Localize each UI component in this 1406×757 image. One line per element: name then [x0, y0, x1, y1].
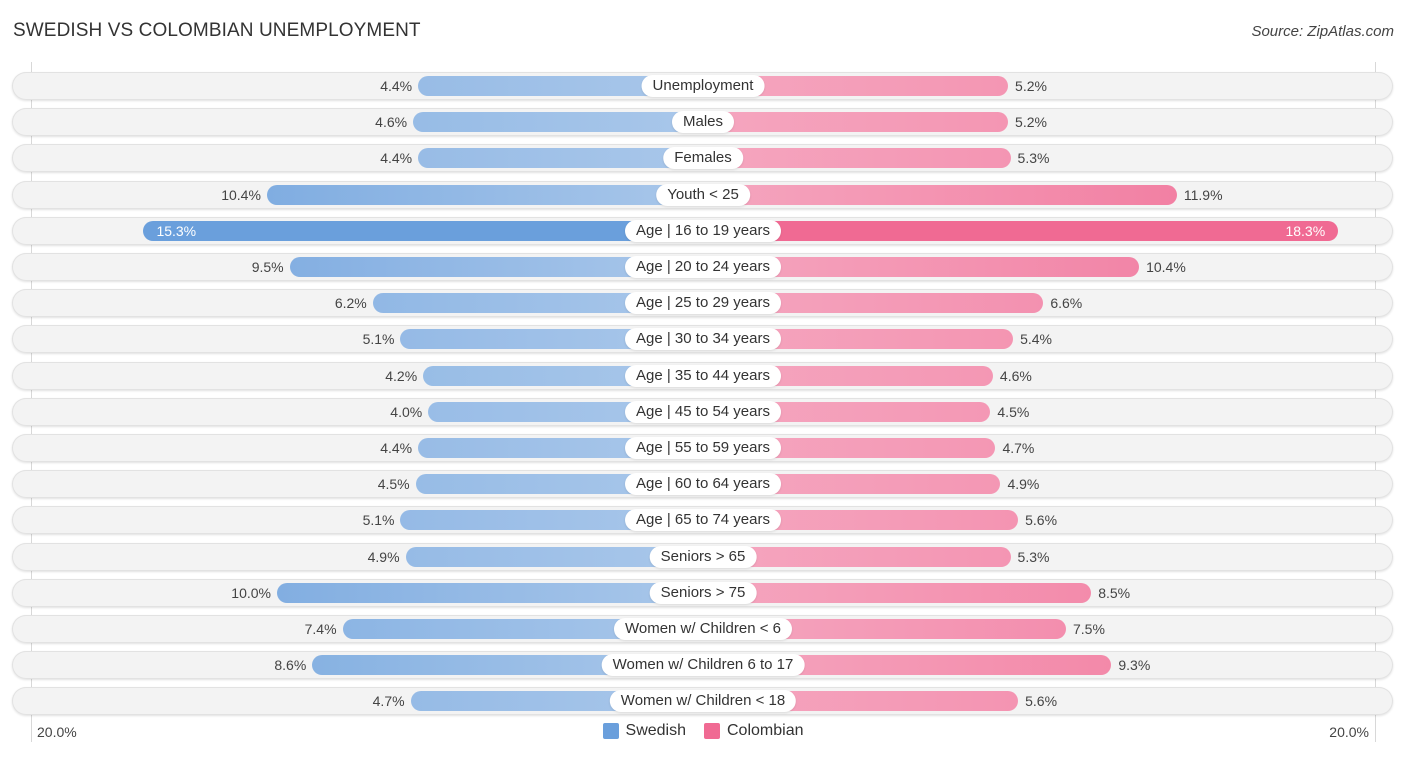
chart-row: 10.0% 8.5% Seniors > 75 [12, 578, 1393, 607]
value-label-swedish: 4.2% [385, 367, 418, 384]
category-label: Females [663, 147, 743, 170]
bar-colombian[interactable] [703, 112, 1009, 133]
value-label-colombian: 5.2% [1015, 114, 1047, 131]
chart-row: 4.2% 4.6% Age | 35 to 44 years [12, 361, 1393, 390]
value-label-swedish: 9.5% [251, 259, 284, 275]
chart-row: 4.7% 5.6% Women w/ Children < 18 [12, 687, 1393, 716]
chart-row: 4.4% 4.7% Age | 55 to 59 years [12, 434, 1393, 462]
chart-row: 5.1% 5.4% Age | 30 to 34 years [12, 325, 1393, 354]
value-label-swedish: 4.4% [380, 150, 413, 167]
chart-row: 5.1% 5.6% Age | 65 to 74 years [12, 506, 1393, 535]
value-label-colombian: 5.4% [1020, 331, 1052, 348]
legend-swatch-colombian [704, 723, 720, 739]
bar-colombian[interactable] [703, 184, 1177, 205]
value-label-colombian: 8.5% [1098, 584, 1131, 601]
category-label: Age | 55 to 59 years [625, 437, 781, 459]
category-label: Age | 16 to 19 years [625, 219, 781, 242]
value-label-colombian: 5.3% [1017, 150, 1050, 167]
category-label: Males [671, 111, 735, 134]
category-label: Age | 20 to 24 years [625, 256, 781, 278]
value-label-swedish: 10.4% [221, 186, 261, 203]
chart-row: 4.9% 5.3% Seniors > 65 [12, 542, 1393, 571]
value-label-colombian: 4.7% [1002, 440, 1035, 456]
legend: Swedish Colombian [0, 722, 1406, 740]
value-label-colombian: 5.6% [1025, 512, 1058, 529]
value-label-colombian: 4.9% [1007, 476, 1040, 493]
value-label-swedish: 4.0% [390, 403, 423, 420]
category-label: Age | 25 to 29 years [625, 292, 781, 315]
bar-colombian[interactable] [703, 582, 1092, 603]
value-label-swedish: 6.2% [334, 295, 367, 312]
value-label-colombian: 9.3% [1118, 657, 1151, 674]
value-label-swedish: 4.5% [377, 476, 410, 493]
legend-item-swedish[interactable]: Swedish [602, 722, 686, 740]
category-label: Seniors > 65 [649, 545, 757, 568]
category-label: Youth < 25 [656, 183, 750, 206]
value-label-swedish: 7.4% [304, 621, 337, 637]
bar-swedish[interactable] [413, 112, 703, 133]
legend-label-swedish: Swedish [625, 722, 686, 739]
value-label-swedish: 5.1% [362, 331, 395, 348]
value-label-swedish: 5.1% [362, 512, 395, 529]
value-label-swedish: 8.6% [274, 657, 307, 674]
value-label-swedish: 4.4% [380, 440, 413, 456]
chart-row: 4.5% 4.9% Age | 60 to 64 years [12, 470, 1393, 499]
bar-swedish[interactable] [418, 148, 703, 169]
category-label: Women w/ Children < 18 [609, 690, 797, 713]
category-label: Women w/ Children 6 to 17 [601, 654, 805, 677]
category-label: Age | 35 to 44 years [625, 364, 781, 387]
source-credit: Source: ZipAtlas.com [1251, 23, 1394, 40]
legend-item-colombian[interactable]: Colombian [704, 722, 803, 740]
value-label-colombian: 11.9% [1183, 186, 1223, 203]
value-label-swedish: 4.9% [367, 548, 400, 565]
chart-row: 4.0% 4.5% Age | 45 to 54 years [12, 397, 1393, 426]
chart-row: 10.4% 11.9% Youth < 25 [12, 180, 1393, 209]
chart-row: 9.5% 10.4% Age | 20 to 24 years [12, 253, 1393, 281]
chart-row: 4.6% 5.2% Males [12, 108, 1393, 137]
value-label-colombian: 18.3% [1285, 222, 1326, 239]
chart-row: 4.4% 5.2% Unemployment [12, 72, 1393, 100]
value-label-colombian: 5.6% [1025, 693, 1058, 710]
value-label-swedish: 4.6% [375, 114, 408, 131]
category-label: Women w/ Children < 6 [613, 618, 793, 640]
category-label: Seniors > 75 [649, 581, 757, 604]
value-label-swedish: 10.0% [231, 584, 271, 601]
value-label-colombian: 7.5% [1073, 621, 1105, 637]
category-label: Unemployment [641, 75, 765, 97]
value-label-swedish: 4.4% [380, 78, 413, 94]
legend-swatch-swedish [602, 723, 619, 739]
chart-title: SWEDISH VS COLOMBIAN UNEMPLOYMENT [13, 20, 421, 41]
legend-label-colombian: Colombian [727, 722, 804, 739]
value-label-swedish: 15.3% [156, 222, 197, 239]
category-label: Age | 45 to 54 years [625, 400, 781, 423]
value-label-swedish: 4.7% [372, 693, 405, 710]
chart-row: 8.6% 9.3% Women w/ Children 6 to 17 [12, 651, 1393, 680]
value-label-colombian: 5.3% [1017, 548, 1050, 565]
value-label-colombian: 5.2% [1015, 78, 1047, 94]
bar-colombian[interactable] [703, 148, 1011, 169]
value-label-colombian: 4.6% [999, 367, 1032, 384]
bar-swedish[interactable] [266, 184, 703, 205]
bar-swedish[interactable] [277, 582, 703, 603]
chart-row: 15.3% 18.3% Age | 16 to 19 years [12, 216, 1393, 245]
category-label: Age | 30 to 34 years [625, 328, 781, 351]
category-label: Age | 60 to 64 years [625, 473, 781, 496]
value-label-colombian: 6.6% [1050, 295, 1083, 312]
value-label-colombian: 10.4% [1146, 259, 1186, 275]
chart-row: 7.4% 7.5% Women w/ Children < 6 [12, 615, 1393, 643]
value-label-colombian: 4.5% [997, 403, 1030, 420]
bar-colombian[interactable] [703, 220, 1339, 241]
bar-swedish[interactable] [143, 220, 703, 241]
chart-row: 4.4% 5.3% Females [12, 144, 1393, 173]
category-label: Age | 65 to 74 years [625, 509, 781, 532]
chart-row: 6.2% 6.6% Age | 25 to 29 years [12, 289, 1393, 318]
